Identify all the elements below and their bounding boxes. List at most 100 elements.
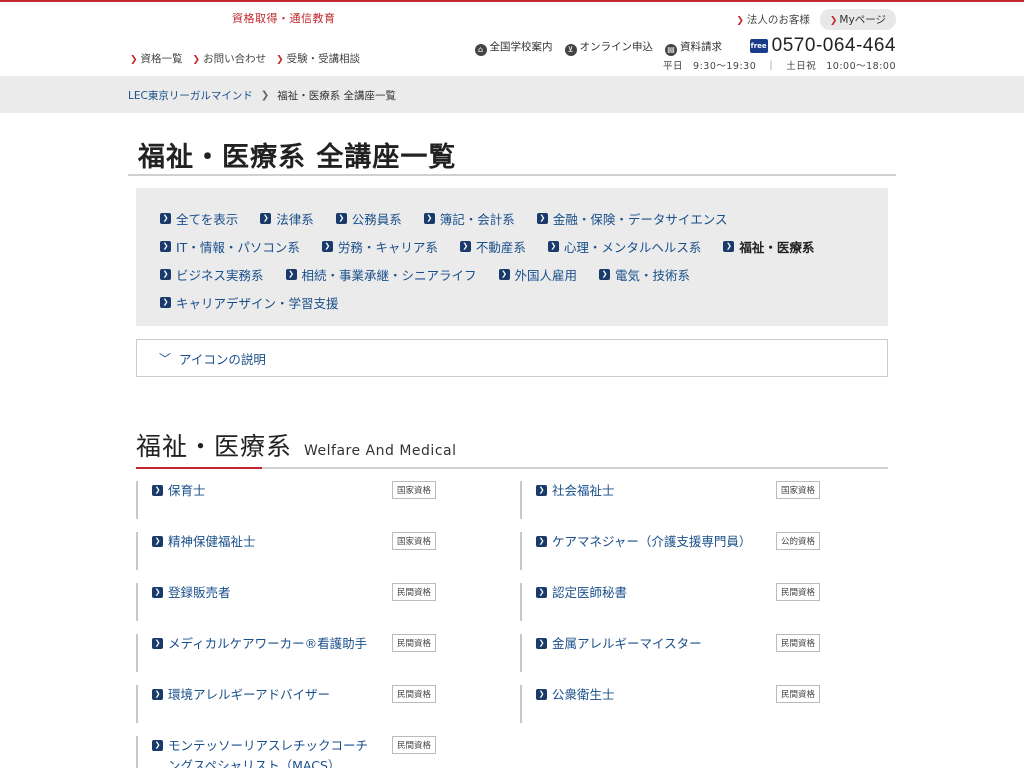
breadcrumb: LEC東京リーガルマインド ❯ 福祉・医療系 全講座一覧	[128, 88, 396, 103]
qualification-badge: 公的資格	[776, 532, 821, 550]
section-title-en: Welfare And Medical	[304, 443, 457, 459]
chevron-right-icon: ❯	[152, 536, 163, 547]
chevron-right-icon: ❯	[321, 240, 333, 252]
document-icon: ▤	[665, 44, 677, 56]
chevron-right-icon: ❯	[536, 485, 547, 496]
header-top-right: ❯ 法人のお客様 ❯ Myページ	[736, 9, 896, 30]
course-name: ケアマネジャー（介護支援専門員）	[552, 534, 752, 549]
corporate-link[interactable]: ❯ 法人のお客様	[736, 12, 810, 27]
course-name: 精神保健福祉士	[168, 534, 256, 549]
chevron-right-icon: ❯	[723, 240, 735, 252]
course-item[interactable]: ❯ メディカルケアワーカー®看護助手 民間資格	[136, 634, 440, 672]
qualification-badge: 国家資格	[776, 481, 821, 499]
category-labor[interactable]: ❯ 労務・キャリア系	[321, 237, 438, 256]
business-hours: 平日 9:30～19:30 ｜ 土日祝 10:00～18:00	[663, 61, 896, 72]
category-accounting[interactable]: ❯ 簿記・会計系	[423, 209, 515, 228]
category-welfare-medical[interactable]: ❯ 福祉・医療系	[723, 237, 814, 256]
chevron-right-icon: ❯	[130, 55, 138, 65]
school-icon: ⌂	[474, 44, 487, 56]
page-title: 福祉・医療系 全講座一覧	[138, 142, 457, 173]
online-apply-link[interactable]: ⊻ オンライン申込	[564, 39, 653, 56]
chevron-right-icon: ❯	[335, 212, 347, 224]
category-row: ❯ IT・情報・パソコン系 ❯ 労務・キャリア系 ❯ 不動産系 ❯ 心理・メンタルヘルス…	[160, 232, 888, 260]
icon-legend-toggle[interactable]: ﹀ アイコンの説明	[136, 339, 888, 377]
chevron-right-icon: ❯	[160, 268, 171, 280]
chevron-right-icon: ❯	[547, 240, 559, 252]
subnav-course-list[interactable]: ❯ 資格一覧	[130, 51, 183, 66]
course-item[interactable]: ❯ 精神保健福祉士 国家資格	[136, 532, 440, 570]
title-divider	[128, 174, 896, 176]
category-career-design[interactable]: ❯ キャリアデザイン・学習支援	[160, 293, 339, 312]
chevron-right-icon: ❯	[160, 212, 171, 224]
chevron-right-icon: ❯	[152, 638, 163, 649]
subnav-consultation[interactable]: ❯ 受験・受講相談	[276, 51, 360, 66]
chevron-right-icon: ❯	[536, 212, 548, 224]
course-item[interactable]: ❯ 保育士 国家資格	[136, 481, 440, 519]
chevron-right-icon: ❯	[829, 16, 838, 26]
qualification-badge: 民間資格	[392, 685, 437, 703]
chevron-right-icon: ❯	[192, 55, 201, 65]
header-util-links: ⌂ 全国学校案内 ⊻ オンライン申込 ▤ 資料請求	[474, 39, 722, 56]
course-name: 保育士	[168, 483, 206, 498]
category-it[interactable]: ❯ IT・情報・パソコン系	[160, 237, 300, 256]
section-heading: 福祉・医療系 Welfare And Medical	[136, 427, 456, 463]
chevron-right-icon: ❯	[536, 638, 547, 649]
request-docs-link[interactable]: ▤ 資料請求	[665, 39, 722, 56]
course-name: 環境アレルギーアドバイザー	[168, 687, 331, 702]
course-name: 金属アレルギーマイスター	[552, 636, 702, 651]
course-item[interactable]: ❯ 社会福祉士 国家資格	[520, 481, 824, 519]
category-real-estate[interactable]: ❯ 不動産系	[459, 237, 526, 256]
course-item[interactable]: ❯ 環境アレルギーアドバイザー 民間資格	[136, 685, 440, 723]
course-item[interactable]: ❯ 登録販売者 民間資格	[136, 583, 440, 621]
chevron-right-icon: ❯	[160, 240, 171, 252]
category-filter-panel: ❯ 全てを表示 ❯ 法律系 ❯ 公務員系 ❯ 簿記・会計系 ❯ 金融・保険・データサイエン…	[136, 188, 888, 326]
phone-icon: free	[749, 39, 768, 53]
section-divider-accent	[136, 467, 262, 469]
category-foreign-employment[interactable]: ❯ 外国人雇用	[498, 265, 577, 284]
course-name: 社会福祉士	[552, 483, 615, 498]
chevron-right-icon: ❯	[260, 212, 272, 224]
chevron-right-icon: ❯	[536, 536, 547, 547]
course-item[interactable]: ❯ ケアマネジャー（介護支援専門員） 公的資格	[520, 532, 824, 570]
phone-number-text: 0570-064-464	[771, 35, 896, 56]
course-name: 登録販売者	[168, 585, 231, 600]
category-finance[interactable]: ❯ 金融・保険・データサイエンス	[536, 209, 727, 228]
qualification-badge: 民間資格	[392, 583, 437, 601]
school-guide-link[interactable]: ⌂ 全国学校案内	[474, 39, 553, 56]
category-civil-service[interactable]: ❯ 公務員系	[335, 209, 402, 228]
chevron-right-icon: ❯	[260, 90, 270, 101]
course-name: メディカルケアワーカー®看護助手	[168, 636, 368, 651]
breadcrumb-home[interactable]: LEC東京リーガルマインド	[128, 88, 253, 103]
course-item[interactable]: ❯ 金属アレルギーマイスター 民間資格	[520, 634, 824, 672]
chevron-right-icon: ❯	[423, 212, 435, 224]
chevron-right-icon: ❯	[536, 587, 547, 598]
course-item[interactable]: ❯ 公衆衛生士 民間資格	[520, 685, 824, 723]
course-item[interactable]: ❯ モンテッソーリアスレチックコーチングスペシャリスト（MACS） 民間資格	[136, 736, 440, 768]
section-title-jp: 福祉・医療系	[136, 432, 293, 461]
phone-number[interactable]: free 0570-064-464	[749, 35, 896, 57]
category-law[interactable]: ❯ 法律系	[260, 209, 314, 228]
course-name: 認定医師秘書	[552, 585, 628, 600]
qualification-badge: 民間資格	[392, 736, 437, 754]
chevron-right-icon: ❯	[152, 689, 163, 700]
chevron-right-icon: ❯	[276, 55, 284, 65]
category-psychology[interactable]: ❯ 心理・メンタルヘルス系	[547, 237, 701, 256]
mypage-button[interactable]: ❯ Myページ	[819, 9, 896, 30]
chevron-down-icon: ﹀	[159, 351, 172, 366]
course-item[interactable]: ❯ 認定医師秘書 民間資格	[520, 583, 824, 621]
chevron-right-icon: ❯	[459, 240, 471, 252]
category-business[interactable]: ❯ ビジネス実務系	[160, 265, 264, 284]
course-name: 公衆衛生士	[552, 687, 615, 702]
qualification-badge: 民間資格	[776, 685, 821, 703]
header-subnav: ❯ 資格一覧 ❯ お問い合わせ ❯ 受験・受講相談	[130, 51, 360, 66]
subnav-contact[interactable]: ❯ お問い合わせ	[193, 51, 267, 66]
category-all[interactable]: ❯ 全てを表示	[160, 209, 238, 228]
category-inheritance[interactable]: ❯ 相続・事業承継・シニアライフ	[285, 265, 477, 284]
category-electrical[interactable]: ❯ 電気・技術系	[599, 265, 690, 284]
category-row: ❯ キャリアデザイン・学習支援	[160, 288, 888, 316]
chevron-right-icon: ❯	[498, 268, 510, 280]
qualification-badge: 民間資格	[776, 634, 821, 652]
course-name: モンテッソーリアスレチックコーチングスペシャリスト（MACS）	[168, 738, 369, 768]
site-tagline: 資格取得・通信教育	[232, 12, 336, 25]
category-row: ❯ ビジネス実務系 ❯ 相続・事業承継・シニアライフ ❯ 外国人雇用 ❯ 電気・技術系	[160, 260, 888, 288]
